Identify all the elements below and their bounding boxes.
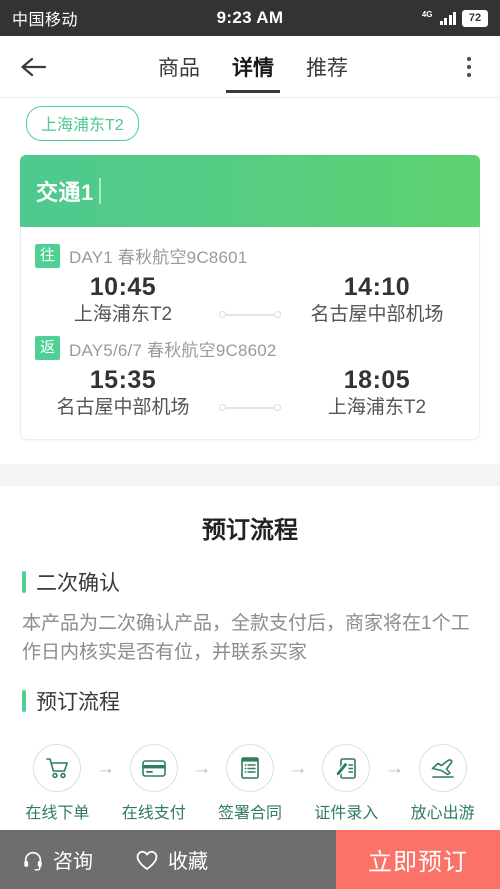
airport-tag[interactable]: 上海浦东T2 (26, 106, 139, 141)
flight-meta-outbound: 往 DAY1 春秋航空9C8601 (35, 243, 465, 270)
headset-icon (24, 851, 42, 871)
tab-bar: 商品 详情 推荐 (158, 36, 348, 97)
traffic-header: 交通1 (20, 155, 480, 227)
airport-tag-row: 上海浦东T2 (0, 98, 500, 155)
direction-badge-outbound: 往 (35, 243, 60, 268)
tab-recommend[interactable]: 推荐 (306, 36, 348, 97)
route-bar (226, 406, 274, 409)
more-vertical-icon-dot (467, 56, 471, 61)
flow-step-travel: 放心出游 (407, 743, 478, 823)
traffic-header-title: 交通1 (36, 180, 94, 205)
flight-leg-return: 15:35 名古屋中部机场 18:05 上海浦东T2 (35, 363, 465, 421)
departure-place: 上海浦东T2 (73, 304, 173, 326)
id-document-pen-icon (322, 743, 371, 792)
flow-step-label: 在线下单 (25, 804, 90, 822)
flight-row-return: 返 DAY5/6/7 春秋航空9C8602 15:35 名古屋中部机场 18:0… (35, 330, 465, 423)
leg-departure-outbound: 10:45 上海浦东T2 (35, 272, 211, 328)
arrival-place: 名古屋中部机场 (310, 304, 444, 326)
flow-heading: 预订流程 (22, 682, 478, 728)
flight-leg-outbound: 10:45 上海浦东T2 14:10 名古屋中部机场 (35, 270, 465, 328)
tab-goods[interactable]: 商品 (158, 36, 200, 97)
signal-strength-icon (439, 11, 456, 25)
flow-step-payment: 在线支付 (118, 743, 189, 823)
route-bar (226, 313, 274, 316)
detail-content: 上海浦东T2 交通1 往 DAY1 春秋航空9C8601 10:45 上海浦东T… (0, 98, 500, 823)
favorite-label: 收藏 (168, 851, 208, 873)
arrow-left-icon (21, 57, 47, 76)
flow-arrow-icon: → (192, 757, 212, 779)
flow-step-label: 签署合同 (218, 804, 283, 822)
favorite-button[interactable]: 收藏 (135, 845, 208, 874)
heading-accent-bar (22, 689, 26, 712)
arrival-time: 18:05 (343, 365, 411, 394)
second-confirmation-heading: 二次确认 (22, 563, 478, 609)
route-dot-end (274, 404, 281, 412)
bottom-action-bar: 咨询 收藏 立即预订 (0, 830, 500, 889)
flow-arrow-icon: → (384, 757, 404, 779)
traffic-block: 交通1 往 DAY1 春秋航空9C8601 10:45 上海浦东T2 14:10… (0, 155, 500, 440)
section-divider (0, 463, 500, 486)
flight-card: 往 DAY1 春秋航空9C8601 10:45 上海浦东T2 14:10 名古屋… (20, 227, 480, 440)
heart-icon (136, 850, 158, 870)
more-vertical-icon-dot (467, 72, 471, 77)
tab-details[interactable]: 详情 (232, 36, 274, 97)
flow-step-label: 证件录入 (314, 804, 379, 822)
app-screen: 中国移动 9:23 AM 4G 72 商品 详情 推荐 上海浦东T2 交通1 往… (0, 0, 500, 889)
second-confirmation-title: 二次确认 (36, 571, 120, 595)
book-now-button[interactable]: 立即预订 (336, 830, 500, 889)
navigation-bar: 商品 详情 推荐 (0, 36, 500, 98)
departure-place: 名古屋中部机场 (56, 397, 190, 419)
consult-button[interactable]: 咨询 (22, 845, 93, 874)
credit-card-icon (129, 743, 178, 792)
battery-level-badge: 72 (462, 9, 488, 27)
shopping-cart-icon (33, 743, 82, 792)
leg-arrival-outbound: 14:10 名古屋中部机场 (289, 272, 465, 328)
airplane-takeoff-icon (418, 743, 467, 792)
consult-label: 咨询 (53, 851, 93, 873)
flow-step-label: 放心出游 (410, 804, 475, 822)
booking-process-section: 预订流程 二次确认 本产品为二次确认产品，全款支付后，商家将在1个工作日内核实是… (0, 486, 500, 823)
text-caret (98, 178, 101, 204)
booking-flow-steps: 在线下单 → 在线支付 → 签署合同 → 证件录入 → 放心出游 (22, 728, 478, 823)
flow-step-contract: 签署合同 (215, 743, 286, 823)
heading-accent-bar (22, 570, 26, 593)
flight-meta-return: 返 DAY5/6/7 春秋航空9C8602 (35, 336, 465, 363)
leg-arrival-return: 18:05 上海浦东T2 (289, 365, 465, 421)
leg-departure-return: 15:35 名古屋中部机场 (35, 365, 211, 421)
network-type-label: 4G (421, 9, 433, 19)
flow-step-order: 在线下单 (22, 743, 93, 823)
flow-title: 预订流程 (36, 690, 120, 714)
direction-badge-return: 返 (35, 336, 60, 361)
second-confirmation-body: 本产品为二次确认产品，全款支付后，商家将在1个工作日内核实是否有位，并联系买家 (22, 612, 470, 664)
flow-arrow-icon: → (96, 757, 116, 779)
leg-connector-return (211, 374, 289, 412)
flight-title-return: DAY5/6/7 春秋航空9C8602 (69, 340, 277, 360)
back-button[interactable] (14, 47, 54, 87)
flight-title-outbound: DAY1 春秋航空9C8601 (69, 248, 248, 267)
contract-document-icon (226, 743, 274, 792)
route-dot-start (219, 404, 226, 412)
departure-time: 10:45 (89, 273, 157, 301)
status-indicators: 4G 72 (421, 9, 488, 27)
flow-step-documents: 证件录入 (311, 743, 382, 823)
route-dot-start (219, 311, 226, 319)
route-line-icon (219, 404, 281, 412)
route-line-icon (219, 311, 281, 319)
route-dot-end (274, 311, 281, 319)
flight-row-outbound: 往 DAY1 春秋航空9C8601 10:45 上海浦东T2 14:10 名古屋… (35, 237, 465, 330)
flow-step-label: 在线支付 (121, 804, 186, 822)
more-options-button[interactable] (452, 47, 486, 87)
bottom-bar-actions: 咨询 收藏 (0, 830, 336, 889)
arrival-place: 上海浦东T2 (327, 397, 427, 419)
departure-time: 15:35 (89, 365, 157, 394)
page-title: 预订流程 (202, 516, 298, 544)
leg-connector-outbound (211, 281, 289, 319)
status-bar: 中国移动 9:23 AM 4G 72 (0, 0, 500, 36)
arrival-time: 14:10 (343, 273, 411, 301)
flow-arrow-icon: → (288, 757, 308, 779)
more-vertical-icon-dot (467, 64, 471, 69)
